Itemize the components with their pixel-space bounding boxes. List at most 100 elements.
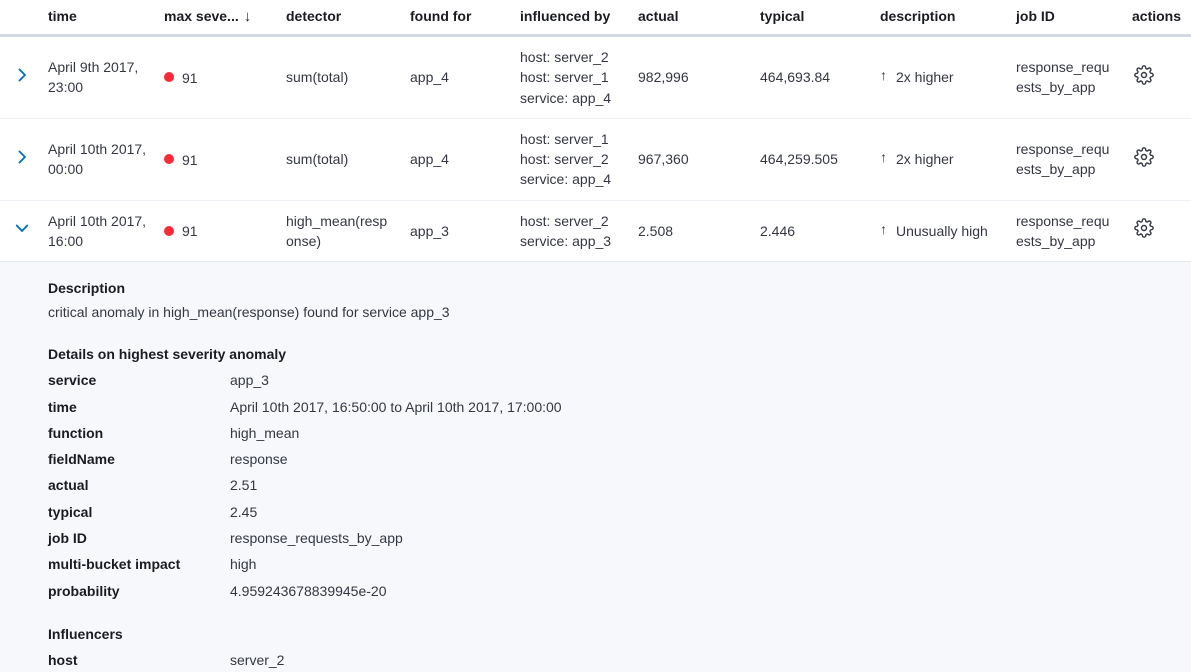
cell-influenced-by: host: server_2 service: app_3 (512, 200, 630, 263)
table-row: April 9th 2017, 23:00 91 sum(total) app_… (0, 35, 1191, 119)
influencer-line: host: server_2 (520, 49, 609, 65)
arrow-up-icon: ↑ (880, 149, 887, 166)
description-text: 2x higher (896, 69, 954, 86)
detail-value: response (230, 451, 288, 468)
column-header-description-label: description (880, 8, 956, 24)
cell-found-for: app_4 (402, 35, 512, 119)
chevron-right-icon[interactable] (14, 67, 30, 83)
gear-icon[interactable] (1134, 146, 1154, 167)
cell-job-id[interactable]: response_requests_by_app (1008, 35, 1124, 119)
cell-max-severity: 91 (156, 118, 278, 201)
cell-influenced-by: host: server_2 host: server_1 service: a… (512, 35, 630, 119)
column-header-job-id-label: job ID (1016, 8, 1055, 24)
table-row: April 10th 2017, 16:00 91 high_mean(resp… (0, 200, 1191, 263)
cell-description: ↑ 2x higher (872, 118, 1008, 201)
column-header-influenced-by[interactable]: influenced by (512, 0, 630, 37)
sort-descending-icon[interactable]: ↓ (244, 9, 252, 24)
anomaly-details-heading: Details on highest severity anomaly (48, 345, 287, 362)
cell-typical: 2.446 (752, 200, 872, 263)
influencer-line: host: server_1 (520, 130, 609, 147)
expand-cell[interactable] (0, 35, 40, 119)
cell-max-severity: 91 (156, 200, 278, 263)
detail-label: actual (48, 477, 89, 494)
table-header: time max seve... ↓ detector found for in… (0, 0, 1191, 37)
influencers-heading: Influencers (48, 625, 123, 642)
severity-dot-icon (164, 153, 174, 164)
gear-icon[interactable] (1134, 218, 1154, 239)
detail-value: high (230, 556, 257, 573)
cell-actions (1124, 118, 1191, 201)
detail-label: service (48, 372, 97, 389)
table-header-row: time max seve... ↓ detector found for in… (0, 0, 1191, 37)
description-body: critical anomaly in high_mean(response) … (48, 303, 450, 320)
detail-label: typical (48, 503, 93, 520)
cell-description: ↑ Unusually high (872, 200, 1008, 263)
detail-value: high_mean (230, 424, 300, 441)
cell-detector: high_mean(response) (278, 200, 402, 263)
column-header-actions-label: actions (1132, 8, 1182, 24)
cell-influenced-by: host: server_1 host: server_2 service: a… (512, 118, 630, 201)
detail-item: fieldName response (48, 446, 562, 472)
detail-label: multi-bucket impact (48, 556, 181, 573)
detail-item: job ID response_requests_by_app (48, 525, 562, 551)
detail-label: probability (48, 582, 120, 599)
column-header-time[interactable]: time (40, 0, 156, 37)
column-header-job-id[interactable]: job ID (1008, 0, 1124, 37)
influencer-line: service: app_4 (520, 89, 612, 106)
detail-value: 2.45 (230, 503, 258, 520)
chevron-right-icon[interactable] (14, 149, 30, 165)
expanded-detail-panel: Description critical anomaly in high_mea… (0, 261, 1191, 672)
column-header-found-for[interactable]: found for (402, 0, 512, 37)
cell-job-id[interactable]: response_requests_by_app (1008, 118, 1124, 201)
detail-item: time April 10th 2017, 16:50:00 to April … (48, 394, 562, 420)
cell-actual: 982,996 (630, 35, 752, 119)
influencer-line: host: server_2 (520, 151, 609, 168)
expanded-detail-row: Description critical anomaly in high_mea… (0, 261, 1191, 672)
cell-actual: 967,360 (630, 118, 752, 201)
detail-label: job ID (48, 530, 87, 547)
expand-cell[interactable] (0, 200, 40, 263)
influencer-line: host: server_2 (520, 212, 609, 229)
cell-typical: 464,693.84 (752, 35, 872, 119)
anomaly-details-list: service app_3 time April 10th 2017, 16:5… (48, 367, 562, 604)
column-header-description[interactable]: description (872, 0, 1008, 37)
description-heading: Description (48, 280, 126, 297)
column-header-actual[interactable]: actual (630, 0, 752, 37)
anomalies-table: time max seve... ↓ detector found for in… (0, 0, 1191, 672)
cell-detector: sum(total) (278, 35, 402, 119)
severity-score: 91 (182, 223, 198, 240)
arrow-up-icon: ↑ (880, 220, 887, 237)
influencers-group: Influencers host server_2 service app_3 (48, 624, 1191, 672)
expand-cell[interactable] (0, 118, 40, 201)
detail-value: response_requests_by_app (230, 530, 403, 547)
gear-icon[interactable] (1134, 65, 1154, 85)
detail-item: multi-bucket impact high (48, 551, 562, 577)
column-header-max-severity[interactable]: max seve... ↓ (156, 0, 278, 37)
cell-time: April 10th 2017, 00:00 (40, 118, 156, 201)
cell-detector: sum(total) (278, 118, 402, 201)
column-header-typical[interactable]: typical (752, 0, 872, 37)
influencer-line: host: server_1 (520, 69, 609, 86)
cell-actions (1124, 35, 1191, 119)
detail-item: actual 2.51 (48, 472, 562, 498)
detail-item: function high_mean (48, 420, 562, 446)
detail-value: April 10th 2017, 16:50:00 to April 10th … (230, 398, 562, 415)
influencers-list: host server_2 service app_3 (48, 647, 284, 672)
influencer-line: service: app_3 (520, 233, 612, 250)
column-header-typical-label: typical (760, 8, 805, 24)
table-row: April 10th 2017, 00:00 91 sum(total) app… (0, 118, 1191, 201)
column-header-detector[interactable]: detector (278, 0, 402, 37)
column-header-expand (0, 0, 40, 37)
arrow-up-icon: ↑ (880, 67, 887, 84)
detail-item: typical 2.45 (48, 499, 562, 525)
detail-item: probability 4.959243678839945e-20 (48, 578, 562, 604)
anomaly-details-group: Details on highest severity anomaly serv… (48, 344, 1191, 604)
detail-label: fieldName (48, 451, 115, 468)
influencer-line: service: app_4 (520, 171, 612, 188)
cell-actions (1124, 200, 1191, 263)
column-header-detector-label: detector (286, 8, 342, 24)
cell-job-id[interactable]: response_requests_by_app (1008, 200, 1124, 263)
chevron-down-icon[interactable] (14, 220, 30, 236)
influencer-label: host (48, 652, 78, 669)
detail-label: time (48, 398, 77, 415)
